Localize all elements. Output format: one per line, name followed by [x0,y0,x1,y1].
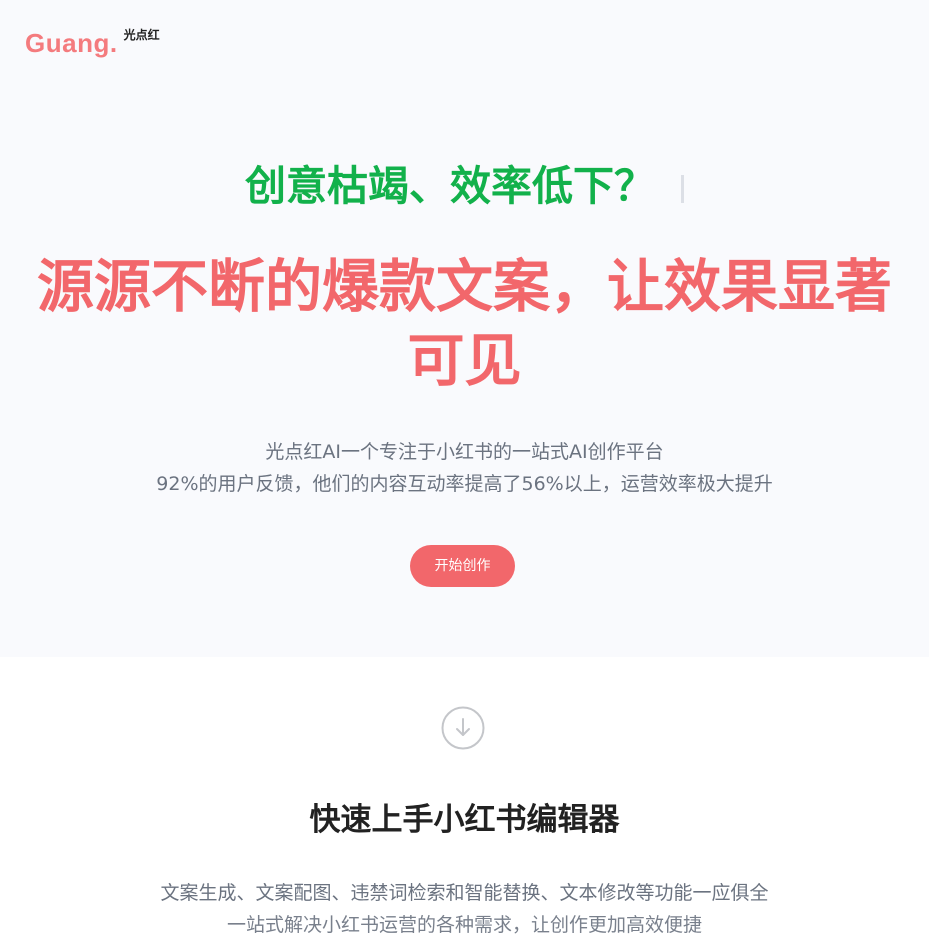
hero-tagline: 创意枯竭、效率低下？ [0,158,929,214]
feature-description-line: 一站式解决小红书运营的各种需求，让创作更加高效便捷 [226,914,702,936]
hero-headline: 源源不断的爆款文案，让效果显著可见 [37,254,892,394]
logo-subtitle: 光点红 [123,28,160,42]
hero-description: 光点红AI一个专注于小红书的一站式AI创作平台 92%的用户反馈，他们的内容互动… [0,436,929,500]
hero-section: Guang. 光点红 创意枯竭、效率低下？ 源源不断的爆款文案，让效果显著可见 … [0,0,929,657]
hero-description-line: 光点红AI一个专注于小红书的一站式AI创作平台 [265,441,664,463]
start-creating-button[interactable]: 开始创作 [410,545,515,587]
typing-cursor [681,175,684,203]
feature-section-title: 快速上手小红书编辑器 [309,802,620,838]
feature-description-line: 文案生成、文案配图、违禁词检索和智能替换、文本修改等功能一应俱全 [160,882,769,904]
site-logo[interactable]: Guang. 光点红 [25,26,160,60]
tagline-text: 创意枯竭、效率低下？ [245,162,655,210]
logo-wordmark: Guang. [25,28,118,58]
arrow-down-circle-icon[interactable] [441,706,485,750]
hero-description-line: 92%的用户反馈，他们的内容互动率提高了56%以上，运营效率极大提升 [156,473,773,495]
